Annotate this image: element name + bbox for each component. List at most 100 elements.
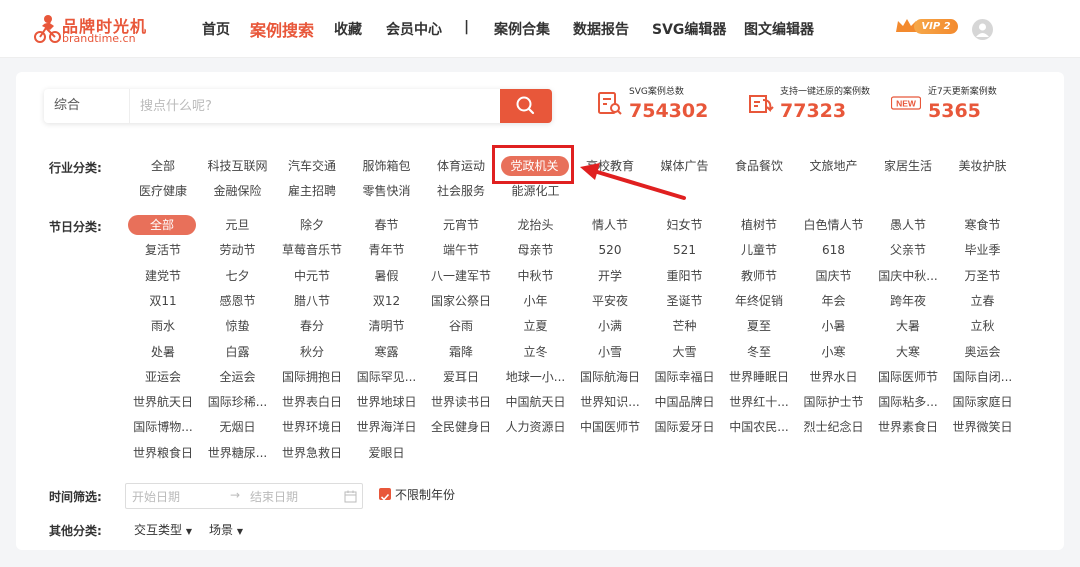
festival-tag[interactable]: 春节 [352,215,422,235]
festival-tag[interactable]: 元宵节 [426,215,496,235]
festival-tag[interactable]: 世界粮食日 [128,443,198,463]
festival-tag[interactable]: 龙抬头 [501,215,571,235]
festival-tag[interactable]: 国际罕见... [352,367,422,387]
industry-tag[interactable]: 家居生活 [873,156,943,176]
industry-tag[interactable]: 全部 [128,156,198,176]
search-type-select[interactable]: 综合 [44,89,130,123]
festival-tag[interactable]: 小满 [575,316,645,336]
festival-tag[interactable]: 青年节 [352,240,422,260]
festival-tag[interactable]: 世界睡眠日 [724,367,794,387]
festival-tag[interactable]: 中秋节 [501,266,571,286]
festival-tag[interactable]: 国际自闭... [948,367,1018,387]
festival-tag[interactable]: 开学 [575,266,645,286]
nav-member-center[interactable]: 会员中心 [386,19,442,39]
festival-tag[interactable]: 521 [650,240,720,260]
festival-tag[interactable]: 妇女节 [650,215,720,235]
industry-tag[interactable]: 服饰箱包 [352,156,422,176]
industry-tag[interactable]: 汽车交通 [277,156,347,176]
festival-tag[interactable]: 国庆节 [799,266,869,286]
festival-tag[interactable]: 爱耳日 [426,367,496,387]
industry-tag[interactable]: 能源化工 [501,181,571,201]
nav-collections[interactable]: 案例合集 [494,19,550,39]
nav-case-search[interactable]: 案例搜索 [250,17,314,41]
festival-tag[interactable]: 除夕 [277,215,347,235]
festival-tag[interactable]: 人力资源日 [501,417,571,437]
industry-tag[interactable]: 零售快消 [352,181,422,201]
search-input[interactable] [140,97,500,115]
festival-tag[interactable]: 劳动节 [203,240,273,260]
festival-tag[interactable]: 小寒 [799,342,869,362]
festival-tag[interactable]: 年会 [799,291,869,311]
festival-tag[interactable]: 国家公祭日 [426,291,496,311]
festival-tag[interactable]: 立春 [948,291,1018,311]
festival-tag[interactable]: 中国品牌日 [650,392,720,412]
festival-tag[interactable]: 世界航天日 [128,392,198,412]
festival-tag[interactable]: 世界地球日 [352,392,422,412]
festival-tag[interactable]: 国际粘多... [873,392,943,412]
festival-tag[interactable]: 端午节 [426,240,496,260]
festival-tag[interactable]: 愚人节 [873,215,943,235]
festival-tag[interactable]: 世界红十... [724,392,794,412]
festival-tag[interactable]: 建党节 [128,266,198,286]
festival-tag[interactable]: 毕业季 [948,240,1018,260]
festival-tag[interactable]: 国际拥抱日 [277,367,347,387]
festival-tag[interactable]: 国庆中秋... [873,266,943,286]
search-button[interactable] [500,89,552,123]
festival-tag[interactable]: 奥运会 [948,342,1018,362]
festival-tag[interactable]: 情人节 [575,215,645,235]
nav-favorites[interactable]: 收藏 [334,19,362,39]
festival-tag[interactable]: 母亲节 [501,240,571,260]
festival-tag[interactable]: 全运会 [203,367,273,387]
festival-tag[interactable]: 小雪 [575,342,645,362]
festival-tag[interactable]: 元旦 [203,215,273,235]
industry-tag[interactable]: 食品餐饮 [724,156,794,176]
festival-tag[interactable]: 秋分 [277,342,347,362]
start-date-field[interactable]: 开始日期 [132,488,180,505]
festival-tag[interactable]: 八一建军节 [426,266,496,286]
vip-badge[interactable]: VIP 2 [894,16,964,36]
festival-tag[interactable]: 冬至 [724,342,794,362]
festival-tag[interactable]: 中元节 [277,266,347,286]
industry-tag[interactable]: 美妆护肤 [948,156,1018,176]
festival-tag[interactable]: 草莓音乐节 [277,240,347,260]
festival-tag[interactable]: 大雪 [650,342,720,362]
festival-tag[interactable]: 世界急救日 [277,443,347,463]
nav-svg-editor[interactable]: SVG编辑器 [652,19,726,39]
festival-tag[interactable]: 世界表白日 [277,392,347,412]
festival-tag[interactable]: 中国航天日 [501,392,571,412]
festival-tag[interactable]: 跨年夜 [873,291,943,311]
festival-tag[interactable]: 双12 [352,291,422,311]
festival-tag[interactable]: 中国医师节 [575,417,645,437]
nav-article-editor[interactable]: 图文编辑器 [744,19,814,39]
festival-tag[interactable]: 霜降 [426,342,496,362]
brand-logo[interactable]: 品牌时光机 brandtime.cn [32,12,146,46]
festival-tag[interactable]: 520 [575,240,645,260]
festival-tag[interactable]: 处暑 [128,342,198,362]
festival-tag[interactable]: 七夕 [203,266,273,286]
industry-tag[interactable]: 医疗健康 [128,181,198,201]
festival-tag[interactable]: 万圣节 [948,266,1018,286]
festival-tag[interactable]: 小暑 [799,316,869,336]
nav-home[interactable]: 首页 [202,19,230,39]
festival-tag[interactable]: 芒种 [650,316,720,336]
festival-tag[interactable]: 大寒 [873,342,943,362]
industry-tag[interactable]: 科技互联网 [203,156,273,176]
date-range-picker[interactable]: 开始日期 → 结束日期 [125,483,363,509]
festival-tag[interactable]: 无烟日 [203,417,273,437]
festival-tag[interactable]: 爱眼日 [352,443,422,463]
festival-tag[interactable]: 国际幸福日 [650,367,720,387]
festival-tag[interactable]: 立冬 [501,342,571,362]
festival-tag[interactable]: 国际护士节 [799,392,869,412]
festival-tag[interactable]: 立秋 [948,316,1018,336]
festival-tag[interactable]: 全民健身日 [426,417,496,437]
festival-tag[interactable]: 重阳节 [650,266,720,286]
festival-tag[interactable]: 雨水 [128,316,198,336]
festival-tag[interactable]: 国际珍稀... [203,392,273,412]
festival-tag[interactable]: 世界糖尿... [203,443,273,463]
festival-tag[interactable]: 世界知识... [575,392,645,412]
end-date-field[interactable]: 结束日期 [250,488,298,505]
festival-tag[interactable]: 世界环境日 [277,417,347,437]
festival-tag[interactable]: 中国农民... [724,417,794,437]
festival-tag[interactable]: 世界读书日 [426,392,496,412]
industry-tag[interactable]: 社会服务 [426,181,496,201]
